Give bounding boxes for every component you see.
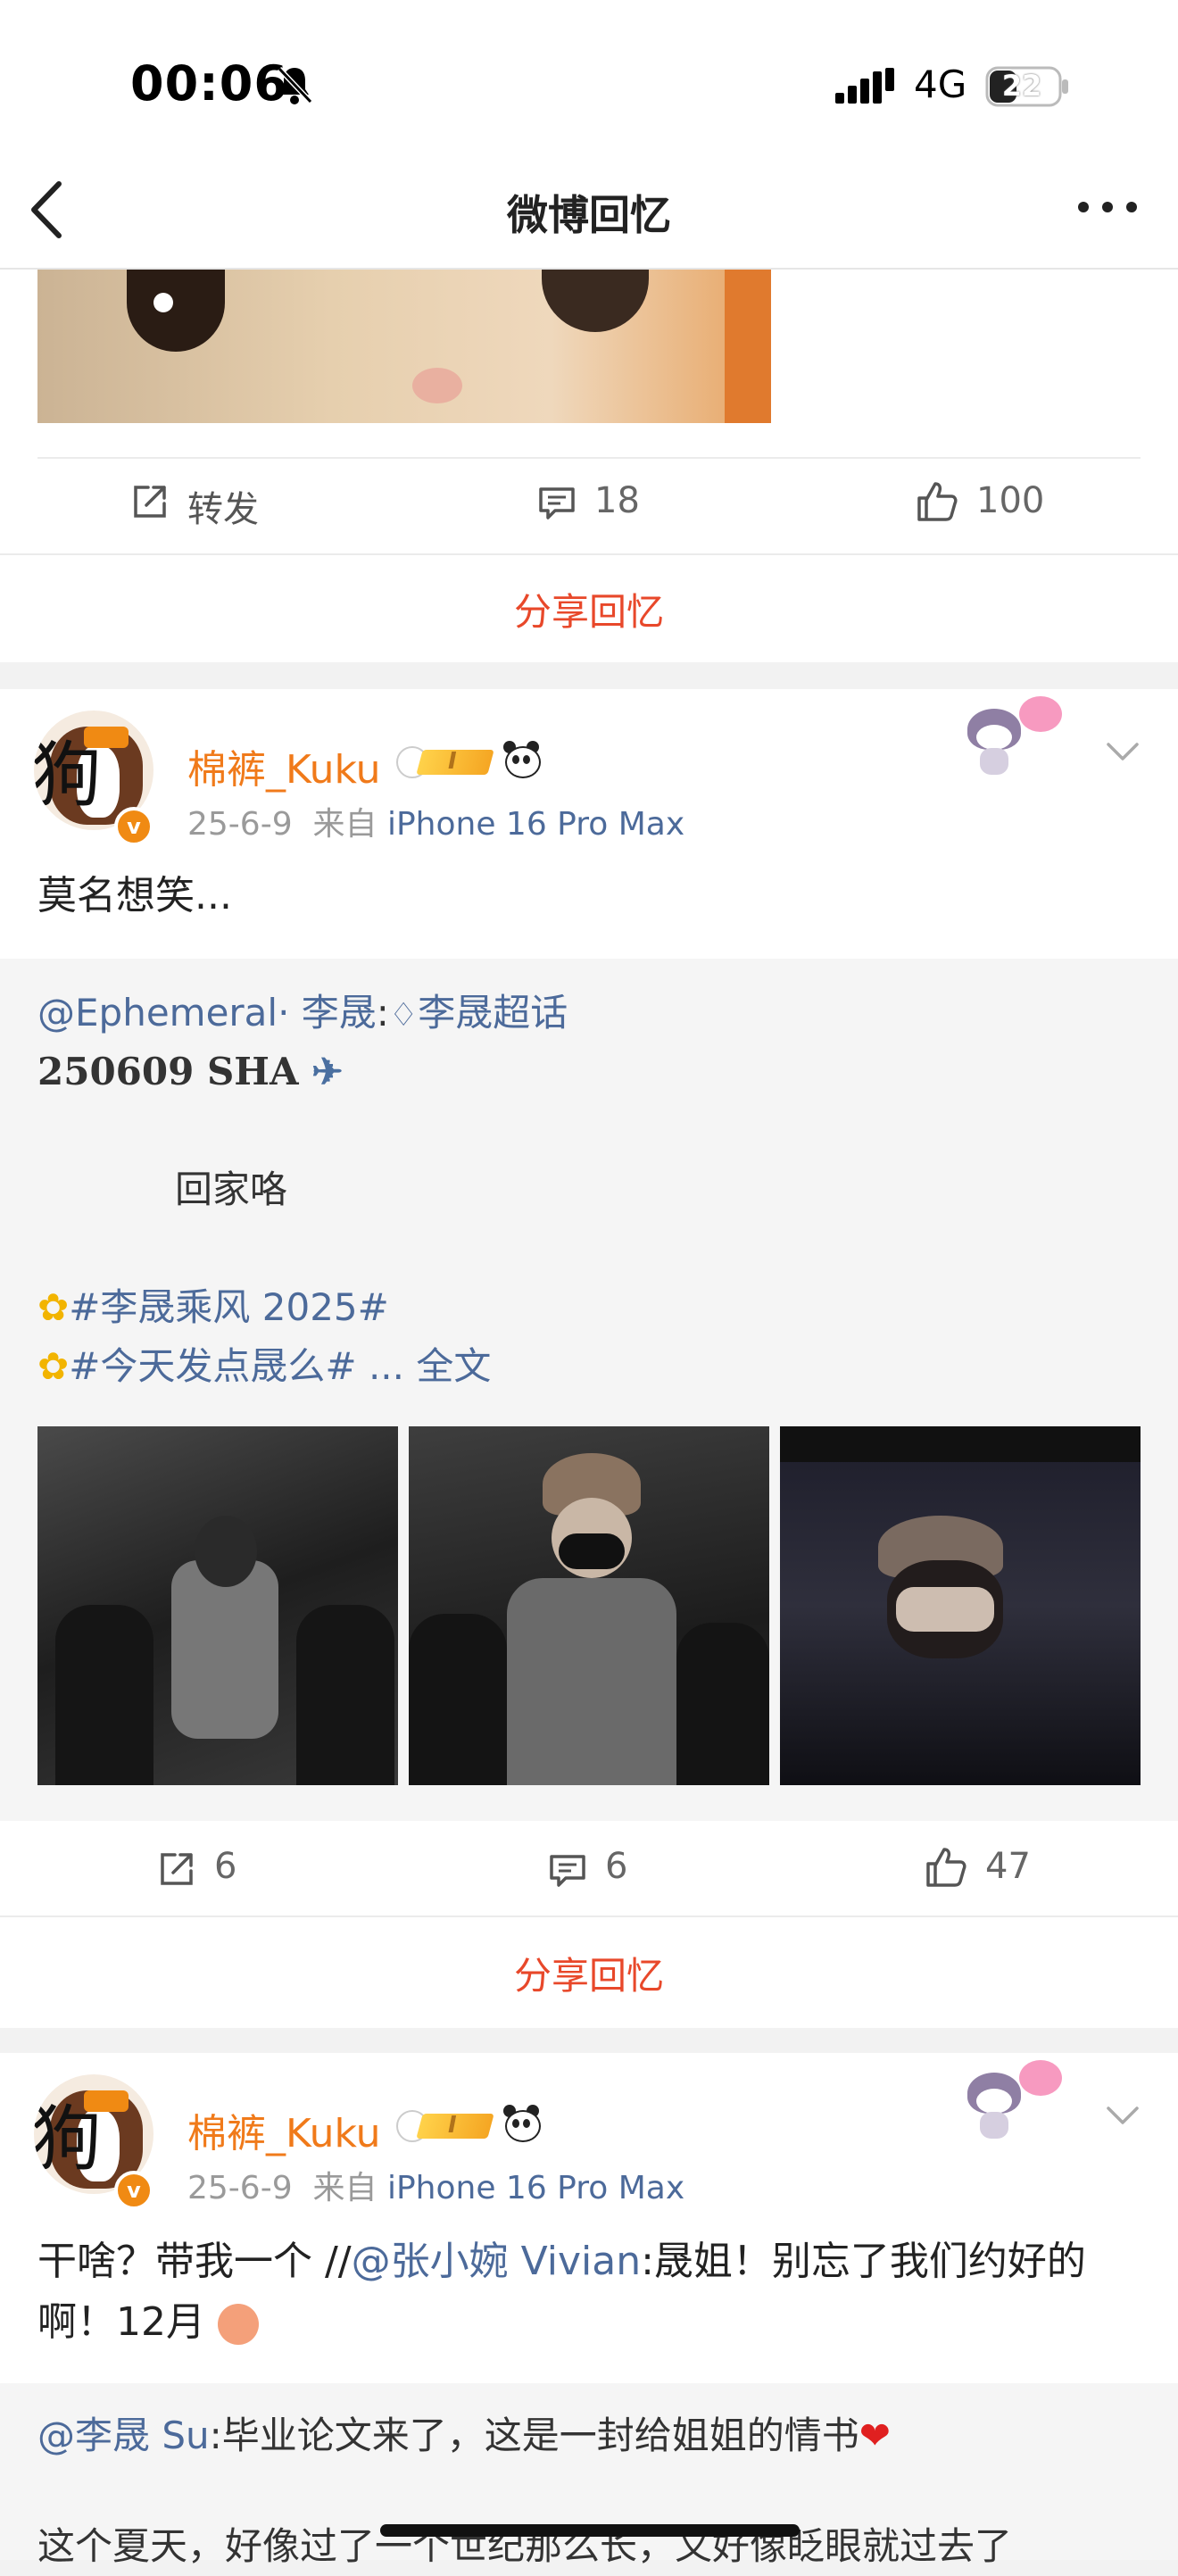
avatar-glyph: 狗	[34, 2098, 102, 2181]
status-time: 00:06	[130, 55, 288, 112]
super-topic-link[interactable]: 李晟超话	[418, 991, 568, 1035]
quoted-author-link[interactable]: @李晟 Su	[37, 2414, 210, 2457]
post-meta: 25-6-9 来自 iPhone 16 Pro Max	[187, 2170, 685, 2206]
share-memory-button[interactable]: 分享回忆	[0, 1946, 1178, 2000]
quoted-header: @Ephemeral· 李晟:♢李晟超话	[37, 991, 568, 1035]
chevron-down-icon[interactable]	[1105, 2105, 1141, 2126]
level-badge: I	[396, 743, 494, 778]
quoted-tag1: ✿#李晟乘风 2025#	[37, 1285, 389, 1329]
share-memory-button[interactable]: 分享回忆	[0, 582, 1178, 636]
like-count[interactable]: 47	[985, 1846, 1031, 1887]
panda-icon	[502, 739, 541, 778]
super-topic-icon: ♢	[388, 997, 419, 1034]
post-text: 莫名想笑...	[37, 873, 232, 918]
repost-icon	[161, 1853, 193, 1885]
signal-icon	[835, 68, 894, 104]
like-icon	[917, 482, 958, 521]
avatar-glyph: 狗	[34, 734, 102, 817]
username[interactable]: 棉裤_Kuku	[187, 737, 381, 794]
divider	[0, 1915, 1178, 1917]
quoted-header: @李晟 Su:毕业论文来了，这是一封给姐姐的情书❤	[37, 2414, 891, 2457]
username[interactable]: 棉裤_Kuku	[187, 2101, 381, 2158]
quoted-line2: 回家咯	[175, 1168, 288, 1211]
more-icon[interactable]	[1076, 198, 1139, 216]
post-text: 干啥？带我一个 //@张小婉 Vivian:晟姐！别忘了我们约好的	[37, 2239, 1086, 2284]
network-type: 4G	[914, 62, 967, 106]
battery-level: 22	[1001, 69, 1042, 103]
level-badge: I	[396, 2107, 494, 2142]
verified-badge: v	[114, 807, 153, 846]
quoted-author-link[interactable]: @Ephemeral· 李晟	[37, 991, 377, 1035]
silent-bell-icon	[277, 66, 313, 104]
kuromi-sticker-icon	[955, 2057, 1071, 2146]
page-title: 微博回忆	[507, 191, 671, 239]
repost-count[interactable]: 6	[214, 1846, 236, 1887]
chevron-down-icon[interactable]	[1105, 741, 1141, 762]
verified-badge: v	[114, 2171, 153, 2210]
like-icon	[926, 1848, 966, 1887]
panda-icon	[502, 2103, 541, 2142]
post-meta: 25-6-9 来自 iPhone 16 Pro Max	[187, 806, 685, 843]
photo-thumbnail[interactable]	[409, 1426, 769, 1785]
kuromi-sticker-icon	[955, 693, 1071, 782]
divider	[37, 457, 1141, 459]
divider	[0, 553, 1178, 555]
home-indicator	[380, 2524, 800, 2537]
quoted-line1: 250609 SHA ✈	[37, 1050, 344, 1093]
comment-count[interactable]: 6	[605, 1846, 627, 1887]
full-text-link[interactable]: 全文	[416, 1344, 491, 1388]
sunflower-icon: ✿	[37, 1344, 70, 1388]
quoted-tag2: ✿#今天发点晟么# ... 全文	[37, 1344, 492, 1388]
post-text-line2: 啊！12月	[37, 2290, 259, 2355]
like-count[interactable]: 100	[976, 480, 1044, 521]
comment-icon	[539, 487, 575, 519]
airplane-icon: ✈	[311, 1050, 344, 1093]
photo-thumbnail[interactable]	[37, 1426, 398, 1785]
comment-count[interactable]: 18	[594, 480, 640, 521]
repost-button[interactable]: 转发	[187, 480, 259, 532]
repost-icon	[134, 486, 166, 518]
photo-thumbnail[interactable]	[780, 1426, 1141, 1785]
emoji-icon	[218, 2304, 259, 2345]
heart-icon: ❤	[859, 2414, 891, 2457]
mention-link[interactable]: @张小婉 Vivian	[352, 2239, 641, 2284]
comment-icon	[550, 1855, 585, 1887]
post-image-cat[interactable]	[37, 270, 771, 423]
sunflower-icon: ✿	[37, 1285, 70, 1329]
